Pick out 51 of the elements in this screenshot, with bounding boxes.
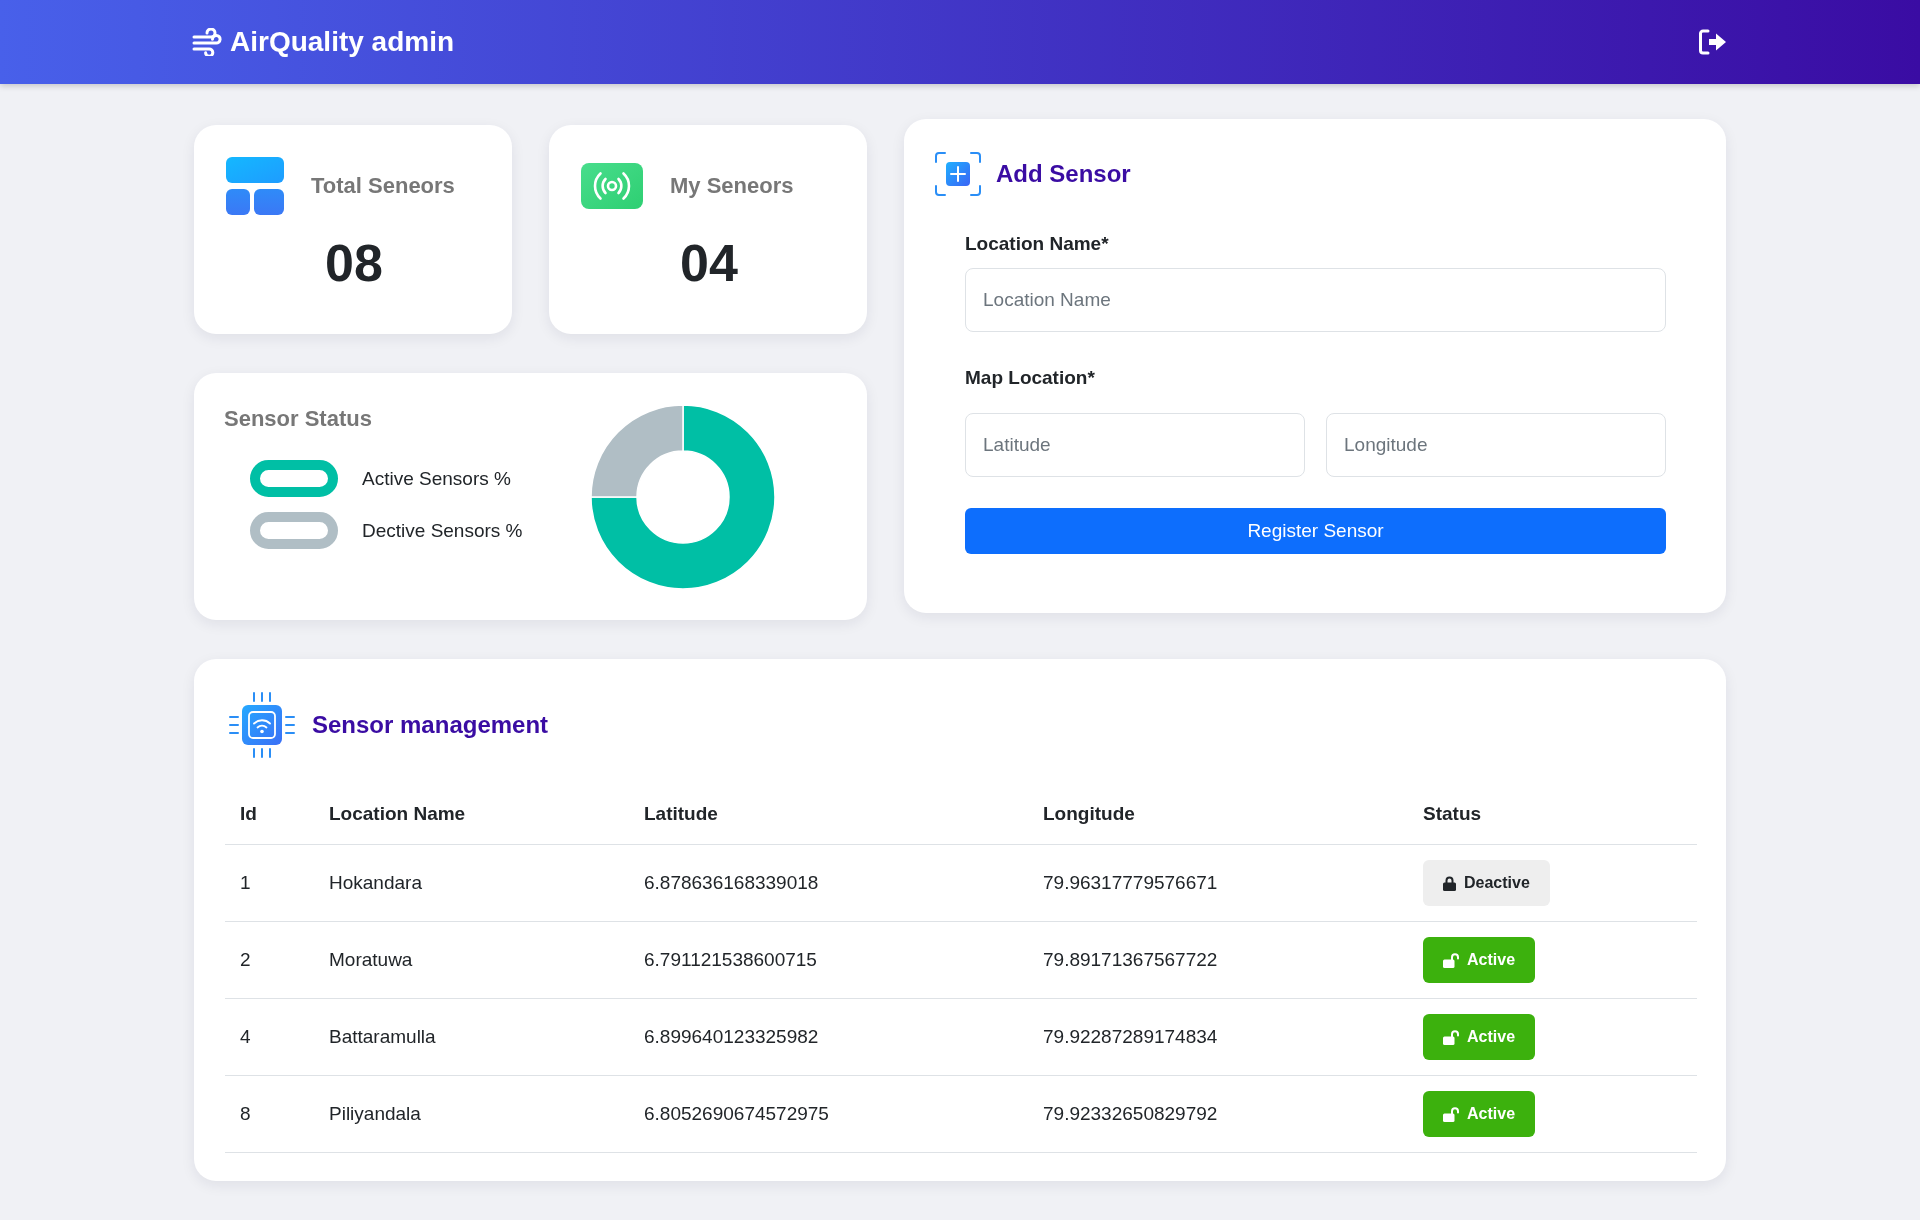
legend-label: Dective Sensors %: [362, 518, 523, 543]
input-field[interactable]: Latitude: [965, 413, 1305, 477]
table-cell: 79.89171367567722: [1028, 921, 1408, 999]
table-cell: 8: [225, 1075, 314, 1153]
section-title: Add Sensor: [996, 159, 1131, 189]
register-button[interactable]: Register Sensor: [965, 508, 1666, 554]
chip-wifi-icon: [229, 692, 295, 758]
column-header: Latitude: [629, 784, 1028, 845]
unlock-icon: [1443, 1106, 1459, 1122]
status-button[interactable]: Active: [1423, 1014, 1536, 1060]
unlock-icon: [1443, 952, 1459, 968]
add-icon: [935, 152, 981, 196]
table-cell: Moratuwa: [314, 921, 629, 999]
table-cell: 6.791121538600715: [629, 921, 1028, 999]
lock-icon: [1443, 875, 1456, 891]
wind-icon: [192, 28, 222, 56]
table-cell: Piliyandala: [314, 1075, 629, 1153]
section-title: Sensor management: [312, 710, 549, 740]
stat-value: 08: [324, 233, 384, 293]
stat-label: My Seneors: [670, 173, 794, 199]
status-button[interactable]: Active: [1423, 937, 1536, 983]
status-button[interactable]: Active: [1423, 1091, 1536, 1137]
table-cell: 79.92287289174834: [1028, 998, 1408, 1076]
unlock-icon: [1443, 1029, 1459, 1045]
column-header: Id: [225, 784, 314, 845]
field-label: Location Name*: [965, 232, 1110, 256]
table-cell: 79.92332650829792: [1028, 1075, 1408, 1153]
grid-blocks-icon: [226, 157, 284, 215]
table-cell: 4: [225, 998, 314, 1076]
broadcast-icon: [581, 163, 643, 209]
logout-icon[interactable]: [1698, 29, 1728, 55]
table-cell: Hokandara: [314, 844, 629, 922]
status-button[interactable]: Deactive: [1423, 860, 1550, 906]
legend-label: Active Sensors %: [362, 466, 511, 491]
app-title: AirQuality admin: [230, 25, 455, 59]
column-header: Location Name: [314, 784, 629, 845]
table-cell: 2: [225, 921, 314, 999]
table-cell: 6.899640123325982: [629, 998, 1028, 1076]
table-cell: 6.878636168339018: [629, 844, 1028, 922]
field-label: Map Location*: [965, 366, 1096, 390]
input-field[interactable]: Location Name: [965, 268, 1666, 332]
table-cell: Battaramulla: [314, 998, 629, 1076]
table-cell: 79.96317779576671: [1028, 844, 1408, 922]
table-cell: 1: [225, 844, 314, 922]
column-header: Status: [1408, 784, 1697, 845]
column-header: Longitude: [1028, 784, 1408, 845]
chart-title: Sensor Status: [224, 405, 373, 433]
input-field[interactable]: Longitude: [1326, 413, 1666, 477]
stat-label: Total Seneors: [311, 173, 455, 199]
stat-value: 04: [679, 233, 739, 293]
table-cell: 6.8052690674572975: [629, 1075, 1028, 1153]
